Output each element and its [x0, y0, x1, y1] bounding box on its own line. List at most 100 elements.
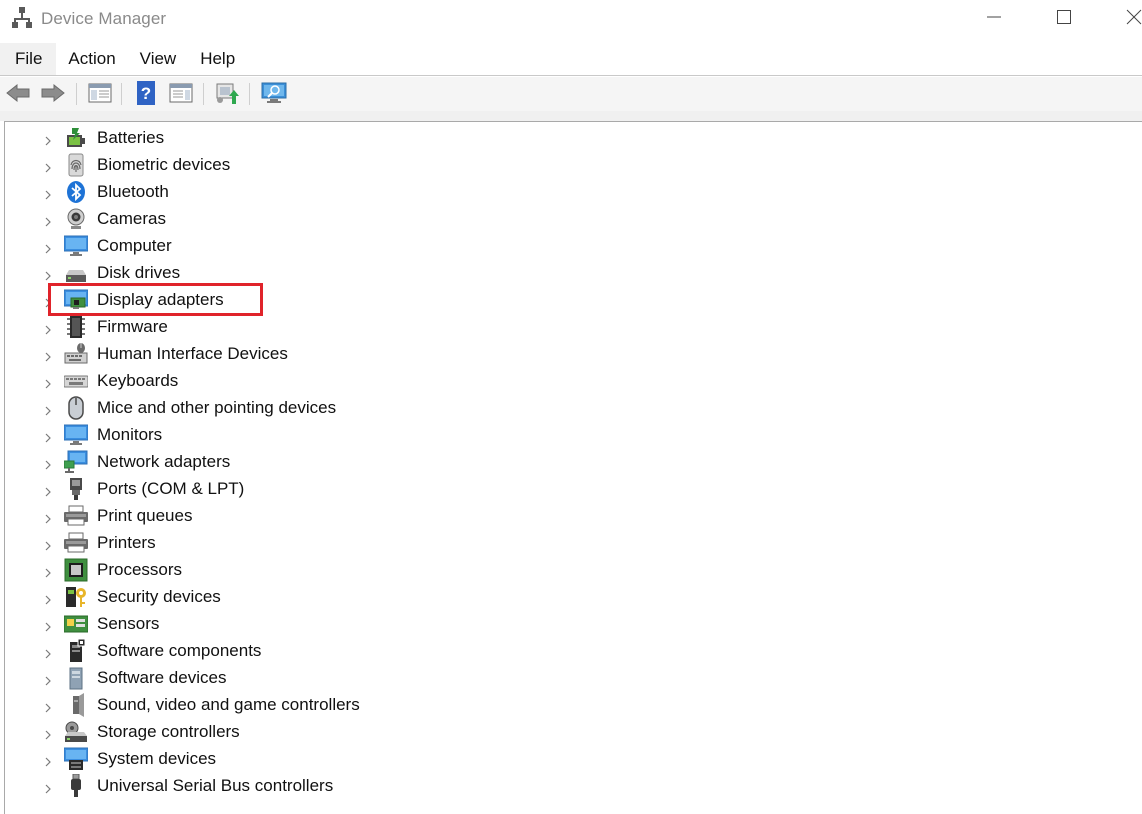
- tree-item-print-queues[interactable]: Print queues: [5, 502, 705, 529]
- chevron-right-icon[interactable]: [43, 673, 53, 686]
- toolbar-separator: [203, 83, 204, 105]
- toolbar-separator: [121, 83, 122, 105]
- tree-item-monitors[interactable]: Monitors: [5, 421, 705, 448]
- device-manager-window: Device Manager File Action View Help ? B…: [0, 0, 1142, 814]
- menu-file[interactable]: File: [0, 43, 57, 75]
- maximize-icon: [1056, 9, 1072, 30]
- back-button[interactable]: [5, 82, 31, 108]
- show-hide-console-tree-icon: [88, 82, 112, 109]
- chevron-right-icon[interactable]: [43, 133, 53, 146]
- fingerprint-icon: [64, 153, 88, 177]
- sensor-icon: [63, 612, 89, 636]
- tree-item-human-interface-devices[interactable]: Human Interface Devices: [5, 340, 705, 367]
- forward-button[interactable]: [40, 82, 66, 108]
- tree-item-security-devices[interactable]: Security devices: [5, 583, 705, 610]
- chevron-right-icon[interactable]: [43, 241, 53, 254]
- menu-action[interactable]: Action: [56, 43, 127, 75]
- tree-item-bluetooth[interactable]: Bluetooth: [5, 178, 705, 205]
- tree-item-disk-drives[interactable]: Disk drives: [5, 259, 705, 286]
- tree-item-label: Universal Serial Bus controllers: [97, 776, 334, 795]
- tree-item-network-adapters[interactable]: Network adapters: [5, 448, 705, 475]
- chevron-right-icon[interactable]: [43, 214, 53, 227]
- chevron-right-icon[interactable]: [43, 565, 53, 578]
- tree-item-software-devices[interactable]: Software devices: [5, 664, 705, 691]
- chevron-right-icon[interactable]: [43, 781, 53, 794]
- keyboard-icon: [63, 369, 89, 393]
- system-device-icon: [63, 747, 89, 771]
- help-button[interactable]: ?: [133, 80, 159, 108]
- chevron-right-icon[interactable]: [43, 700, 53, 713]
- software-device-icon: [64, 666, 88, 690]
- minimize-button[interactable]: [964, 0, 1024, 38]
- back-arrow-icon: [6, 83, 30, 108]
- tree-item-software-components[interactable]: Software components: [5, 637, 705, 664]
- software-component-icon: [64, 638, 88, 663]
- chevron-right-icon[interactable]: [43, 592, 53, 605]
- maximize-button[interactable]: [1034, 0, 1094, 38]
- chevron-right-icon[interactable]: [43, 754, 53, 767]
- tree-item-sensors[interactable]: Sensors: [5, 610, 705, 637]
- chevron-right-icon[interactable]: [43, 511, 53, 524]
- chevron-right-icon[interactable]: [43, 484, 53, 497]
- tree-item-system-devices[interactable]: System devices: [5, 745, 705, 772]
- tree-item-label: Software components: [97, 641, 262, 660]
- tree-item-label: Batteries: [97, 128, 165, 147]
- tree-item-label: Ports (COM & LPT): [97, 479, 245, 498]
- show-hide-console-tree-button[interactable]: [87, 82, 113, 108]
- chevron-right-icon[interactable]: [43, 268, 53, 281]
- firmware-icon: [64, 315, 88, 339]
- tree-item-label: Mice and other pointing devices: [97, 398, 337, 417]
- scan-hardware-changes-button[interactable]: [261, 82, 287, 108]
- tree-item-label: Printers: [97, 533, 156, 552]
- chevron-right-icon[interactable]: [43, 727, 53, 740]
- tree-item-processors[interactable]: Processors: [5, 556, 705, 583]
- tree-item-cameras[interactable]: Cameras: [5, 205, 705, 232]
- monitor-icon: [63, 423, 89, 447]
- menu-divider: [0, 75, 1142, 76]
- chevron-right-icon[interactable]: [43, 646, 53, 659]
- tree-item-label: Bluetooth: [97, 182, 169, 201]
- tree-item-label: Disk drives: [97, 263, 181, 282]
- menu-help[interactable]: Help: [188, 43, 247, 75]
- device-tree-pane[interactable]: Batteries Biometric devices Bluetooth Camer…: [4, 121, 1142, 814]
- update-driver-button[interactable]: [214, 82, 240, 108]
- tree-item-label: Sound, video and game controllers: [97, 695, 360, 714]
- tree-item-printers[interactable]: Printers: [5, 529, 705, 556]
- tree-item-universal-serial-bus-controllers[interactable]: Universal Serial Bus controllers: [5, 772, 705, 799]
- tree-item-batteries[interactable]: Batteries: [5, 124, 705, 151]
- tree-item-keyboards[interactable]: Keyboards: [5, 367, 705, 394]
- toolbar-separator: [249, 83, 250, 105]
- tree-item-mice-and-other-pointing-devices[interactable]: Mice and other pointing devices: [5, 394, 705, 421]
- chevron-right-icon[interactable]: [43, 430, 53, 443]
- chevron-right-icon[interactable]: [43, 376, 53, 389]
- menu-view[interactable]: View: [128, 43, 189, 75]
- svg-text:?: ?: [141, 84, 151, 103]
- tree-item-label: Monitors: [97, 425, 163, 444]
- storage-controller-icon: [64, 720, 88, 744]
- chevron-right-icon[interactable]: [43, 403, 53, 416]
- chevron-right-icon[interactable]: [43, 322, 53, 335]
- tree-item-label: Software devices: [97, 668, 227, 687]
- window-title: Device Manager: [41, 9, 167, 28]
- camera-icon: [64, 207, 88, 231]
- tree-item-label: Computer: [97, 236, 172, 255]
- tree-item-ports-com-lpt[interactable]: Ports (COM & LPT): [5, 475, 705, 502]
- tree-item-sound-video-and-game-controllers[interactable]: Sound, video and game controllers: [5, 691, 705, 718]
- chevron-right-icon[interactable]: [43, 187, 53, 200]
- close-button[interactable]: [1104, 0, 1142, 38]
- tree-item-computer[interactable]: Computer: [5, 232, 705, 259]
- chevron-right-icon[interactable]: [43, 160, 53, 173]
- chevron-right-icon[interactable]: [43, 619, 53, 632]
- tree-item-label: Processors: [97, 560, 183, 579]
- chevron-right-icon[interactable]: [43, 349, 53, 362]
- display-adapters-highlight: [48, 283, 263, 316]
- properties-button[interactable]: [168, 82, 194, 108]
- chevron-right-icon[interactable]: [43, 538, 53, 551]
- speaker-icon: [64, 693, 88, 717]
- tree-item-firmware[interactable]: Firmware: [5, 313, 705, 340]
- disk-drive-icon: [64, 261, 88, 285]
- tree-item-storage-controllers[interactable]: Storage controllers: [5, 718, 705, 745]
- title-bar[interactable]: Device Manager: [0, 0, 1142, 40]
- chevron-right-icon[interactable]: [43, 457, 53, 470]
- tree-item-biometric-devices[interactable]: Biometric devices: [5, 151, 705, 178]
